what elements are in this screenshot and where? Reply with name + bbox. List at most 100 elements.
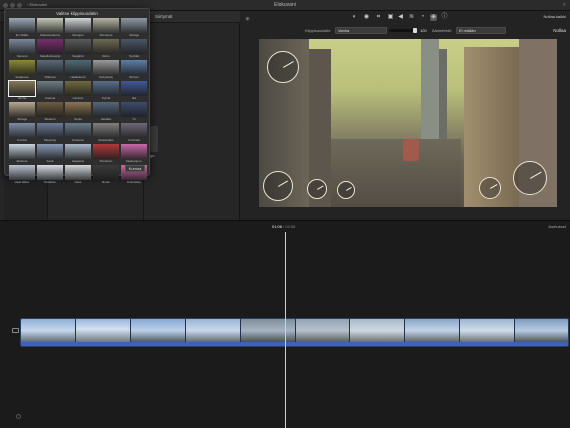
volume-icon[interactable]: ◀: [397, 14, 404, 21]
reset-button[interactable]: Nollaa: [553, 28, 566, 33]
share-icon[interactable]: ⇪: [563, 2, 566, 7]
filter-amount-slider[interactable]: [389, 28, 417, 33]
filter-name: Ruutu: [101, 180, 110, 184]
filter-option[interactable]: Punainen: [93, 144, 119, 163]
clip-thumbnail: [130, 319, 186, 342]
filter-thumbnail: [37, 60, 63, 75]
filter-thumbnail: [93, 60, 119, 75]
filter-option[interactable]: Heijastus: [65, 144, 91, 163]
filter-name: Synkkä: [129, 54, 139, 58]
filter-option[interactable]: Ylivalottu.: [37, 165, 63, 184]
speed-icon[interactable]: ◔: [419, 14, 426, 21]
filter-option[interactable]: Vintage: [9, 102, 35, 121]
stabilization-icon[interactable]: ▣: [387, 14, 394, 21]
filter-option[interactable]: Sarjakuva: [9, 60, 35, 79]
filter-name: Negatiivi: [72, 54, 84, 58]
clip-filter-label: Klippisuodatin:: [305, 28, 332, 33]
timeline-settings-button[interactable]: Asetukset: [548, 224, 566, 229]
timeline-bottom-icon[interactable]: [16, 414, 21, 419]
filter-option[interactable]: Yö: [121, 102, 147, 121]
filter-option[interactable]: Mustavalko: [93, 123, 119, 142]
filter-option[interactable]: Kaleidoskooppi: [37, 39, 63, 58]
clip-filter-icon[interactable]: ◈: [430, 14, 437, 21]
filter-thumbnail: [37, 39, 63, 54]
filter-option[interactable]: Ilta: [121, 81, 147, 100]
color-balance-icon[interactable]: ◐: [351, 14, 358, 21]
filter-name: Mustavalko: [98, 138, 114, 142]
filter-thumbnail: [65, 39, 91, 54]
filter-option[interactable]: Kuutamo: [65, 123, 91, 142]
filter-option[interactable]: Sävytetty: [37, 123, 63, 142]
filter-option[interactable]: Haalistunut: [65, 60, 91, 79]
filter-option[interactable]: Vintage: [121, 18, 147, 37]
crop-icon[interactable]: ⌗: [375, 14, 382, 21]
filter-name: Sepia: [74, 117, 82, 121]
filter-option[interactable]: Vilkkuva: [37, 60, 63, 79]
video-clip[interactable]: [20, 318, 569, 347]
playhead[interactable]: [285, 232, 286, 428]
filter-option[interactable]: Kesä: [37, 144, 63, 163]
audio-waveform[interactable]: [21, 342, 568, 346]
filter-thumbnail: [121, 102, 147, 117]
filter-option[interactable]: Kaksoisvalotus: [37, 18, 63, 37]
filter-name: Elokuva: [16, 159, 28, 163]
filter-thumbnail: [9, 39, 35, 54]
filter-thumbnail: [93, 18, 119, 33]
filter-option[interactable]: Lämmin: [65, 81, 91, 100]
popover-title: Valitse klippisuodatin: [56, 11, 98, 16]
filter-option[interactable]: Sepia: [65, 102, 91, 121]
filter-option[interactable]: Romance: [93, 18, 119, 37]
filter-option[interactable]: Vaaleanpun.: [121, 144, 147, 163]
filter-name: Vanha: [17, 96, 27, 100]
filter-option[interactable]: Ei mitään: [9, 18, 35, 37]
filter-name: Kontrasti: [128, 138, 140, 142]
filter-option[interactable]: Elokuva: [9, 144, 35, 163]
cancel-button[interactable]: Kumoa: [125, 165, 145, 172]
magic-wand-icon[interactable]: ✳: [245, 16, 250, 23]
filter-option[interactable]: Retro: [93, 39, 119, 58]
filter-name: Kesä: [46, 159, 54, 163]
reset-all-button[interactable]: Nollaa kaikki: [544, 14, 566, 19]
filter-name: Kuutamo: [71, 138, 84, 142]
filter-option[interactable]: Aavikko: [93, 102, 119, 121]
filter-option[interactable]: Synkkä: [121, 39, 147, 58]
filter-option[interactable]: Ruutu: [93, 165, 119, 184]
video-preview[interactable]: [259, 39, 557, 207]
building-center-2: [439, 49, 447, 149]
filter-option[interactable]: Kehystetty: [93, 60, 119, 79]
filter-option[interactable]: Röntgen: [65, 18, 91, 37]
filter-option[interactable]: Unelma: [37, 81, 63, 100]
filter-name: Ilta: [131, 96, 136, 100]
gauge-bottom-4: [479, 177, 501, 199]
filter-option[interactable]: Sininen: [121, 60, 147, 79]
filter-option[interactable]: Heat Wave: [9, 165, 35, 184]
filter-thumbnail: [93, 144, 119, 159]
filter-option[interactable]: Kuvitus: [9, 123, 35, 142]
filter-option[interactable]: Kylmä: [93, 81, 119, 100]
filter-option[interactable]: Kamera: [9, 39, 35, 58]
noise-reduction-icon[interactable]: ≋: [408, 14, 415, 21]
audio-effects-select[interactable]: Ei mitään: [456, 27, 506, 34]
clip-filter-select[interactable]: Vanha: [335, 27, 387, 34]
tab-transitions[interactable]: Siirtymät: [155, 14, 173, 19]
filter-option[interactable]: Negatiivi: [65, 39, 91, 58]
filter-option[interactable]: Vanha: [8, 80, 36, 100]
filter-name: Western: [44, 117, 56, 121]
filter-thumbnail: [37, 123, 63, 138]
color-correction-icon[interactable]: ◉: [363, 14, 370, 21]
filter-thumbnail: [65, 102, 91, 117]
filter-name: Kaleidoskooppi: [39, 54, 61, 58]
slider-knob[interactable]: [413, 28, 417, 33]
filter-thumbnail: [93, 165, 119, 180]
filter-thumbnail: [93, 123, 119, 138]
filter-thumbnail: [9, 60, 35, 75]
filter-option[interactable]: Western: [37, 102, 63, 121]
filter-thumbnail: [93, 102, 119, 117]
filter-name: Yö: [132, 117, 136, 121]
filter-name: Heat Wave: [14, 180, 30, 184]
filter-option[interactable]: Glow: [65, 165, 91, 184]
info-icon[interactable]: ⓘ: [441, 14, 448, 21]
filter-thumbnail: [37, 81, 63, 96]
filter-option[interactable]: Kontrasti: [121, 123, 147, 142]
filter-thumbnail: [65, 123, 91, 138]
